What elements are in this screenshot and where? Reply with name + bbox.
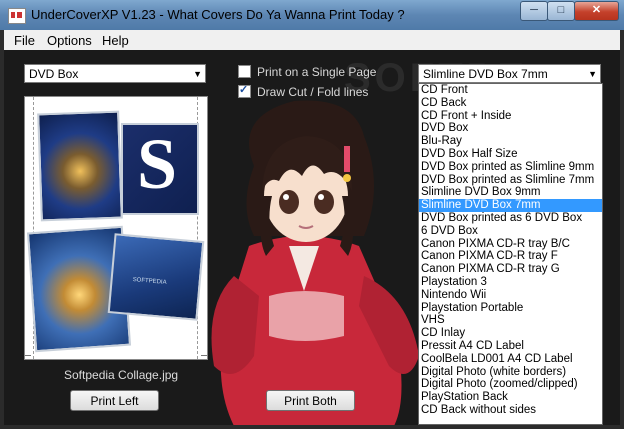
dropdown-option[interactable]: 6 DVD Box (419, 225, 602, 238)
print-format-value: Slimline DVD Box 7mm (423, 67, 548, 81)
collage-photo: S (121, 123, 199, 215)
dropdown-option[interactable]: Canon PIXMA CD-R tray F (419, 250, 602, 263)
dropdown-option[interactable]: Playstation 3 (419, 276, 602, 289)
collage-tile-text: SOFTPEDIA (132, 276, 167, 286)
dropdown-option[interactable]: CD Back without sides (419, 404, 602, 417)
minimize-button[interactable]: ─ (520, 1, 548, 21)
maximize-button[interactable]: □ (547, 1, 575, 21)
collage-letter: S (137, 124, 178, 204)
menu-file[interactable]: File (14, 33, 35, 48)
dropdown-option[interactable]: CD Inlay (419, 327, 602, 340)
mascot-illustration (211, 100, 419, 425)
print-format-dropdown-list[interactable]: CD Front CD Back CD Front + Inside DVD Box B… (418, 83, 603, 425)
dropdown-option[interactable]: Canon PIXMA CD-R tray G (419, 263, 602, 276)
menu-bar: File Options Help (4, 30, 620, 50)
image-filename: Softpedia Collage.jpg (64, 368, 179, 382)
title-bar[interactable]: UnderCoverXP V1.23 - What Covers Do Ya W… (0, 0, 624, 30)
dropdown-option[interactable]: PlayStation Back (419, 391, 602, 404)
dropdown-option[interactable]: DVD Box printed as 6 DVD Box (419, 212, 602, 225)
dropdown-option[interactable]: Blu-Ray (419, 135, 602, 148)
collage-photo: SOFTPEDIA (107, 233, 205, 321)
dropdown-option[interactable]: Canon PIXMA CD-R tray B/C (419, 238, 602, 251)
chevron-down-icon: ▼ (588, 69, 597, 79)
dropdown-option[interactable]: CoolBela LD001 A4 CD Label (419, 353, 602, 366)
dropdown-option[interactable]: DVD Box (419, 122, 602, 135)
menu-options[interactable]: Options (47, 33, 92, 48)
cover-type-select[interactable]: DVD Box ▼ (24, 64, 206, 83)
dropdown-option[interactable]: VHS (419, 314, 602, 327)
single-page-label: Print on a Single Page (257, 65, 377, 79)
dropdown-option[interactable]: CD Back (419, 97, 602, 110)
dropdown-option[interactable]: Digital Photo (zoomed/clipped) (419, 378, 602, 391)
dropdown-option[interactable]: Nintendo Wii (419, 289, 602, 302)
dropdown-option[interactable]: Pressit A4 CD Label (419, 340, 602, 353)
cover-preview[interactable]: S SOFTPEDIA (24, 96, 208, 360)
single-page-option[interactable]: Print on a Single Page (238, 65, 376, 79)
close-button[interactable]: ✕ (574, 1, 619, 21)
app-icon[interactable] (8, 8, 26, 24)
dropdown-option[interactable]: Playstation Portable (419, 302, 602, 315)
dropdown-option[interactable]: Digital Photo (white borders) (419, 366, 602, 379)
dropdown-option[interactable]: Slimline DVD Box 7mm (419, 199, 602, 212)
app-window: UnderCoverXP V1.23 - What Covers Do Ya W… (0, 0, 624, 429)
menu-help[interactable]: Help (102, 33, 129, 48)
window-title: UnderCoverXP V1.23 - What Covers Do Ya W… (31, 7, 405, 22)
dropdown-option[interactable]: Slimline DVD Box 9mm (419, 186, 602, 199)
collage-photo (37, 110, 123, 222)
print-format-select[interactable]: Slimline DVD Box 7mm ▼ (418, 64, 601, 83)
print-both-button[interactable]: Print Both (266, 390, 355, 411)
dropdown-option[interactable]: CD Front (419, 84, 602, 97)
dropdown-option[interactable]: CD Front + Inside (419, 110, 602, 123)
dropdown-option[interactable]: DVD Box printed as Slimline 9mm (419, 161, 602, 174)
cut-mark (25, 355, 31, 356)
dropdown-option[interactable]: DVD Box Half Size (419, 148, 602, 161)
chevron-down-icon: ▼ (193, 69, 202, 79)
single-page-checkbox[interactable] (238, 65, 251, 78)
print-left-button[interactable]: Print Left (70, 390, 159, 411)
cover-type-value: DVD Box (29, 67, 79, 81)
dropdown-option[interactable]: DVD Box printed as Slimline 7mm (419, 174, 602, 187)
main-panel: SOFTPE DVD Box ▼ Print on a Single Page … (4, 50, 620, 425)
